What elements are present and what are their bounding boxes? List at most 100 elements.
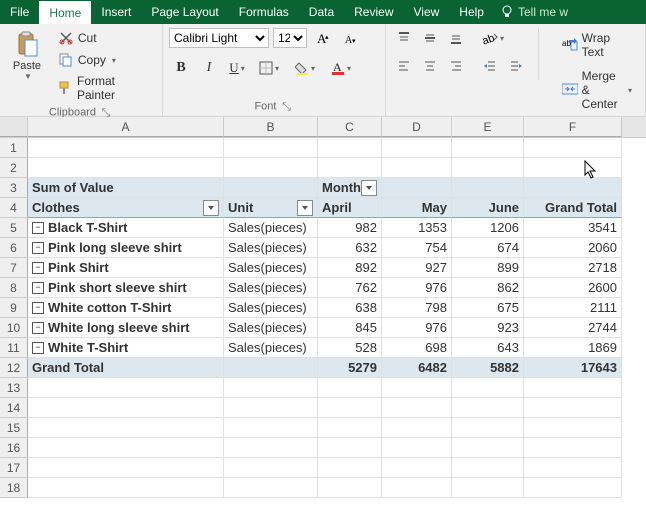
pivot-row-total[interactable]: 3541 <box>524 218 622 238</box>
increase-indent-icon[interactable] <box>504 54 528 78</box>
column-header[interactable]: C <box>318 117 382 137</box>
paste-button[interactable]: Paste ▼ <box>6 26 48 81</box>
pivot-value[interactable]: 632 <box>318 238 382 258</box>
font-name-select[interactable]: Calibri Light <box>169 28 269 48</box>
pivot-value[interactable]: 675 <box>452 298 524 318</box>
cell[interactable] <box>382 158 452 178</box>
collapse-icon[interactable]: − <box>32 342 44 354</box>
borders-button[interactable]: ▾ <box>253 56 285 80</box>
align-left-icon[interactable] <box>392 54 416 78</box>
pivot-unit[interactable]: Sales(pieces) <box>224 238 318 258</box>
tab-help[interactable]: Help <box>449 0 494 24</box>
pivot-value[interactable]: 982 <box>318 218 382 238</box>
row-header[interactable]: 6 <box>0 238 28 258</box>
pivot-row-total[interactable]: 1869 <box>524 338 622 358</box>
cell[interactable] <box>524 438 622 458</box>
align-right-icon[interactable] <box>444 54 468 78</box>
pivot-value[interactable]: 798 <box>382 298 452 318</box>
cell[interactable] <box>524 478 622 498</box>
format-painter-button[interactable]: Format Painter <box>54 72 156 104</box>
cell[interactable] <box>524 398 622 418</box>
cell[interactable] <box>318 158 382 178</box>
cell[interactable] <box>28 418 224 438</box>
align-bottom-icon[interactable] <box>444 26 468 50</box>
pivot-row-name[interactable]: −Pink short sleeve shirt <box>28 278 224 298</box>
pivot-col-total[interactable]: 5882 <box>452 358 524 378</box>
cell[interactable] <box>318 478 382 498</box>
cell[interactable] <box>452 158 524 178</box>
row-header[interactable]: 18 <box>0 478 28 498</box>
dialog-launcher-icon[interactable]: ⤡ <box>280 100 294 114</box>
cell[interactable] <box>524 378 622 398</box>
pivot-unit[interactable]: Sales(pieces) <box>224 278 318 298</box>
fill-color-button[interactable]: ▾ <box>289 56 321 80</box>
tab-review[interactable]: Review <box>344 0 403 24</box>
merge-center-button[interactable]: Merge & Center ▾ <box>555 66 639 114</box>
spreadsheet-grid[interactable]: 123Sum of ValueMonth4ClothesUnitAprilMay… <box>0 138 646 498</box>
row-header[interactable]: 9 <box>0 298 28 318</box>
cell[interactable] <box>382 418 452 438</box>
cell[interactable] <box>28 398 224 418</box>
cell[interactable] <box>28 478 224 498</box>
pivot-unit-label[interactable]: Unit <box>224 198 318 218</box>
pivot-month[interactable]: May <box>382 198 452 218</box>
tab-file[interactable]: File <box>0 0 39 24</box>
collapse-icon[interactable]: − <box>32 242 44 254</box>
collapse-icon[interactable]: − <box>32 262 44 274</box>
column-header[interactable]: E <box>452 117 524 137</box>
cell[interactable] <box>382 438 452 458</box>
column-header[interactable]: D <box>382 117 452 137</box>
cell[interactable] <box>28 138 224 158</box>
row-header[interactable]: 14 <box>0 398 28 418</box>
filter-dropdown-icon[interactable] <box>361 180 377 196</box>
pivot-row-name[interactable]: −Pink long sleeve shirt <box>28 238 224 258</box>
cell[interactable] <box>224 398 318 418</box>
tab-data[interactable]: Data <box>299 0 344 24</box>
cell[interactable] <box>224 158 318 178</box>
row-header[interactable]: 7 <box>0 258 28 278</box>
copy-button[interactable]: Copy ▾ <box>54 50 156 70</box>
cell[interactable] <box>224 138 318 158</box>
cell[interactable] <box>224 438 318 458</box>
cell[interactable] <box>28 438 224 458</box>
row-header[interactable]: 13 <box>0 378 28 398</box>
increase-font-icon[interactable]: A▴ <box>311 26 335 50</box>
bold-button[interactable]: B <box>169 56 193 80</box>
tab-formulas[interactable]: Formulas <box>229 0 299 24</box>
wrap-text-button[interactable]: ab Wrap Text <box>555 28 639 62</box>
pivot-value[interactable]: 528 <box>318 338 382 358</box>
cell[interactable] <box>318 378 382 398</box>
cell[interactable] <box>318 398 382 418</box>
pivot-value[interactable]: 923 <box>452 318 524 338</box>
cell[interactable] <box>524 138 622 158</box>
pivot-value[interactable]: 638 <box>318 298 382 318</box>
tab-page-layout[interactable]: Page Layout <box>141 0 228 24</box>
pivot-row-total[interactable]: 2111 <box>524 298 622 318</box>
pivot-grand-total-label[interactable]: Grand Total <box>524 198 622 218</box>
row-header[interactable]: 3 <box>0 178 28 198</box>
cell[interactable] <box>524 178 622 198</box>
tell-me[interactable]: Tell me w <box>500 0 568 24</box>
collapse-icon[interactable]: − <box>32 322 44 334</box>
pivot-row-name[interactable]: −Pink Shirt <box>28 258 224 278</box>
font-color-button[interactable]: A▾ <box>325 56 357 80</box>
pivot-unit[interactable]: Sales(pieces) <box>224 338 318 358</box>
cell[interactable] <box>524 158 622 178</box>
pivot-col-total[interactable]: 5279 <box>318 358 382 378</box>
cell[interactable] <box>382 478 452 498</box>
pivot-grand-total[interactable]: 17643 <box>524 358 622 378</box>
decrease-indent-icon[interactable] <box>478 54 502 78</box>
pivot-value[interactable]: 892 <box>318 258 382 278</box>
align-middle-icon[interactable] <box>418 26 442 50</box>
pivot-value[interactable]: 976 <box>382 318 452 338</box>
cell[interactable] <box>382 178 452 198</box>
cell[interactable] <box>382 378 452 398</box>
pivot-value[interactable]: 1206 <box>452 218 524 238</box>
tab-home[interactable]: Home <box>39 0 91 24</box>
cell[interactable] <box>318 418 382 438</box>
pivot-value[interactable]: 762 <box>318 278 382 298</box>
cell[interactable] <box>28 158 224 178</box>
row-header[interactable]: 8 <box>0 278 28 298</box>
row-header[interactable]: 4 <box>0 198 28 218</box>
row-header[interactable]: 17 <box>0 458 28 478</box>
